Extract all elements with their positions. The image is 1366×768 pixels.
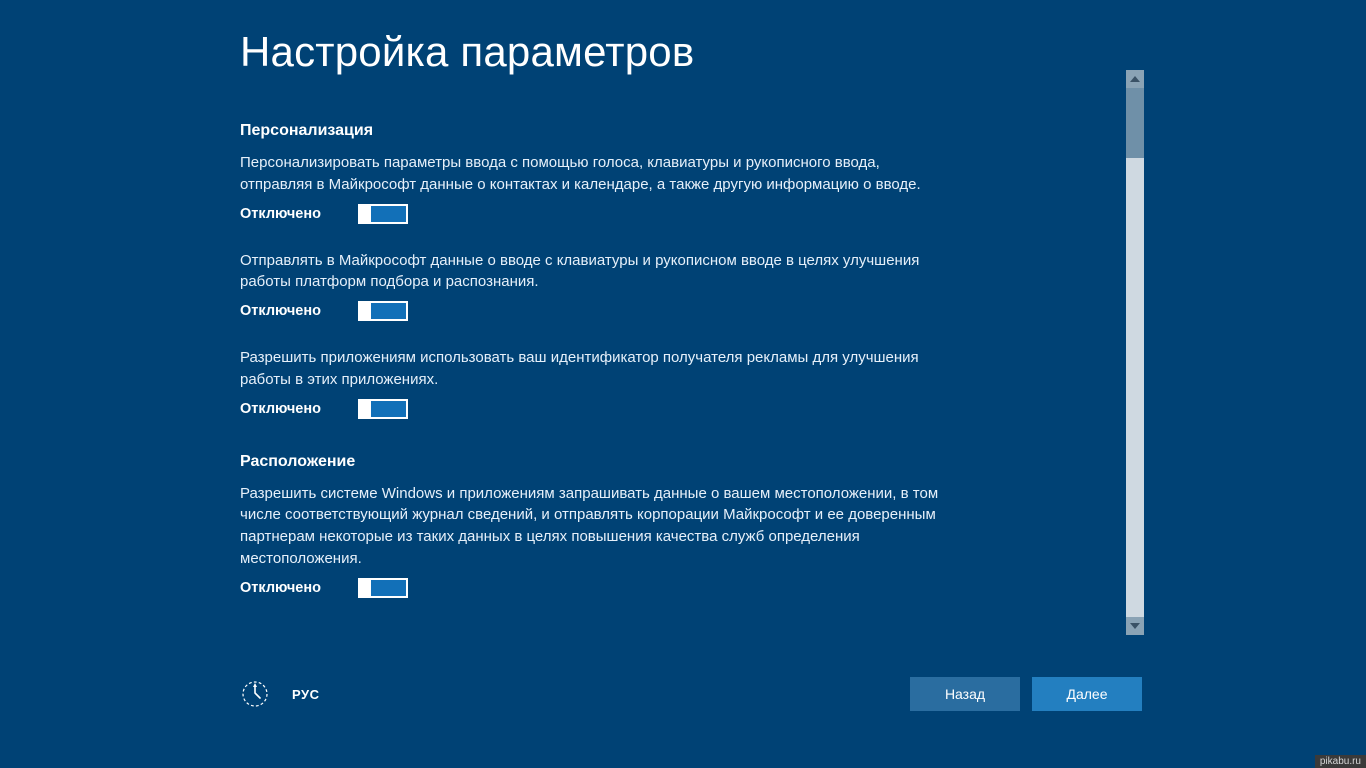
footer-left: РУС <box>240 679 319 709</box>
toggle-row: Отключено <box>240 399 940 419</box>
toggle-state-label: Отключено <box>240 303 340 319</box>
toggle-send-typing-data[interactable] <box>358 301 408 321</box>
footer-right: Назад Далее <box>910 677 1142 711</box>
next-button[interactable]: Далее <box>1032 677 1142 711</box>
setting-description: Отправлять в Майкрософт данные о вводе с… <box>240 250 940 294</box>
toggle-row: Отключено <box>240 301 940 321</box>
toggle-knob <box>359 302 371 320</box>
toggle-knob <box>359 400 371 418</box>
setting-description: Разрешить системе Windows и приложениям … <box>240 483 940 570</box>
scroll-up-button[interactable] <box>1126 70 1144 88</box>
setting-description: Персонализировать параметры ввода с помо… <box>240 152 940 196</box>
content-area: Настройка параметров Персонализация Перс… <box>240 50 1140 640</box>
scroll-track[interactable] <box>1126 88 1144 617</box>
setting-block: Отправлять в Майкрософт данные о вводе с… <box>240 250 940 322</box>
section-heading-location: Расположение <box>240 453 1140 471</box>
section-location: Расположение Разрешить системе Windows и… <box>240 453 1140 598</box>
toggle-knob <box>359 579 371 597</box>
toggle-state-label: Отключено <box>240 206 340 222</box>
vertical-scrollbar[interactable] <box>1126 70 1144 635</box>
chevron-up-icon <box>1130 76 1140 82</box>
ease-of-access-button[interactable] <box>240 679 270 709</box>
toggle-row: Отключено <box>240 578 940 598</box>
language-indicator[interactable]: РУС <box>292 687 319 702</box>
toggle-state-label: Отключено <box>240 401 340 417</box>
section-personalization: Персонализация Персонализировать парамет… <box>240 122 1140 419</box>
ease-of-access-icon <box>240 679 270 709</box>
footer-bar: РУС Назад Далее <box>240 674 1142 714</box>
toggle-location[interactable] <box>358 578 408 598</box>
toggle-row: Отключено <box>240 204 940 224</box>
setting-block: Персонализировать параметры ввода с помо… <box>240 152 940 224</box>
setting-block: Разрешить приложениям использовать ваш и… <box>240 347 940 419</box>
setting-block: Разрешить системе Windows и приложениям … <box>240 483 940 598</box>
setting-description: Разрешить приложениям использовать ваш и… <box>240 347 940 391</box>
chevron-down-icon <box>1130 623 1140 629</box>
section-heading-personalization: Персонализация <box>240 122 1140 140</box>
page-title: Настройка параметров <box>240 28 1140 76</box>
scroll-down-button[interactable] <box>1126 617 1144 635</box>
watermark: pikabu.ru <box>1315 755 1366 768</box>
back-button[interactable]: Назад <box>910 677 1020 711</box>
toggle-state-label: Отключено <box>240 580 340 596</box>
toggle-advertising-id[interactable] <box>358 399 408 419</box>
toggle-knob <box>359 205 371 223</box>
scroll-thumb[interactable] <box>1126 88 1144 158</box>
oobe-settings-screen: Настройка параметров Персонализация Перс… <box>0 0 1366 768</box>
toggle-personalization-input[interactable] <box>358 204 408 224</box>
